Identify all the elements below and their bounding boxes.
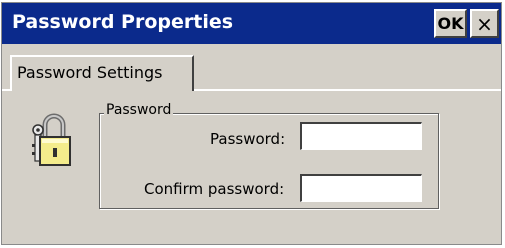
password-field[interactable]: [300, 122, 422, 150]
ok-button[interactable]: OK: [434, 9, 467, 38]
password-group-legend: Password: [104, 102, 174, 118]
password-label: Password:: [210, 130, 286, 148]
padlock-keys-icon: [32, 113, 71, 166]
tab-password-settings[interactable]: Password Settings: [10, 55, 194, 91]
window-title: Password Properties: [12, 11, 234, 33]
confirm-password-label: Confirm password:: [144, 180, 285, 198]
password-properties-window: Password Properties OK × Password Settin…: [1, 2, 502, 245]
title-bar[interactable]: Password Properties OK ×: [2, 3, 501, 44]
confirm-password-field[interactable]: [300, 174, 422, 202]
close-button[interactable]: ×: [470, 9, 499, 38]
